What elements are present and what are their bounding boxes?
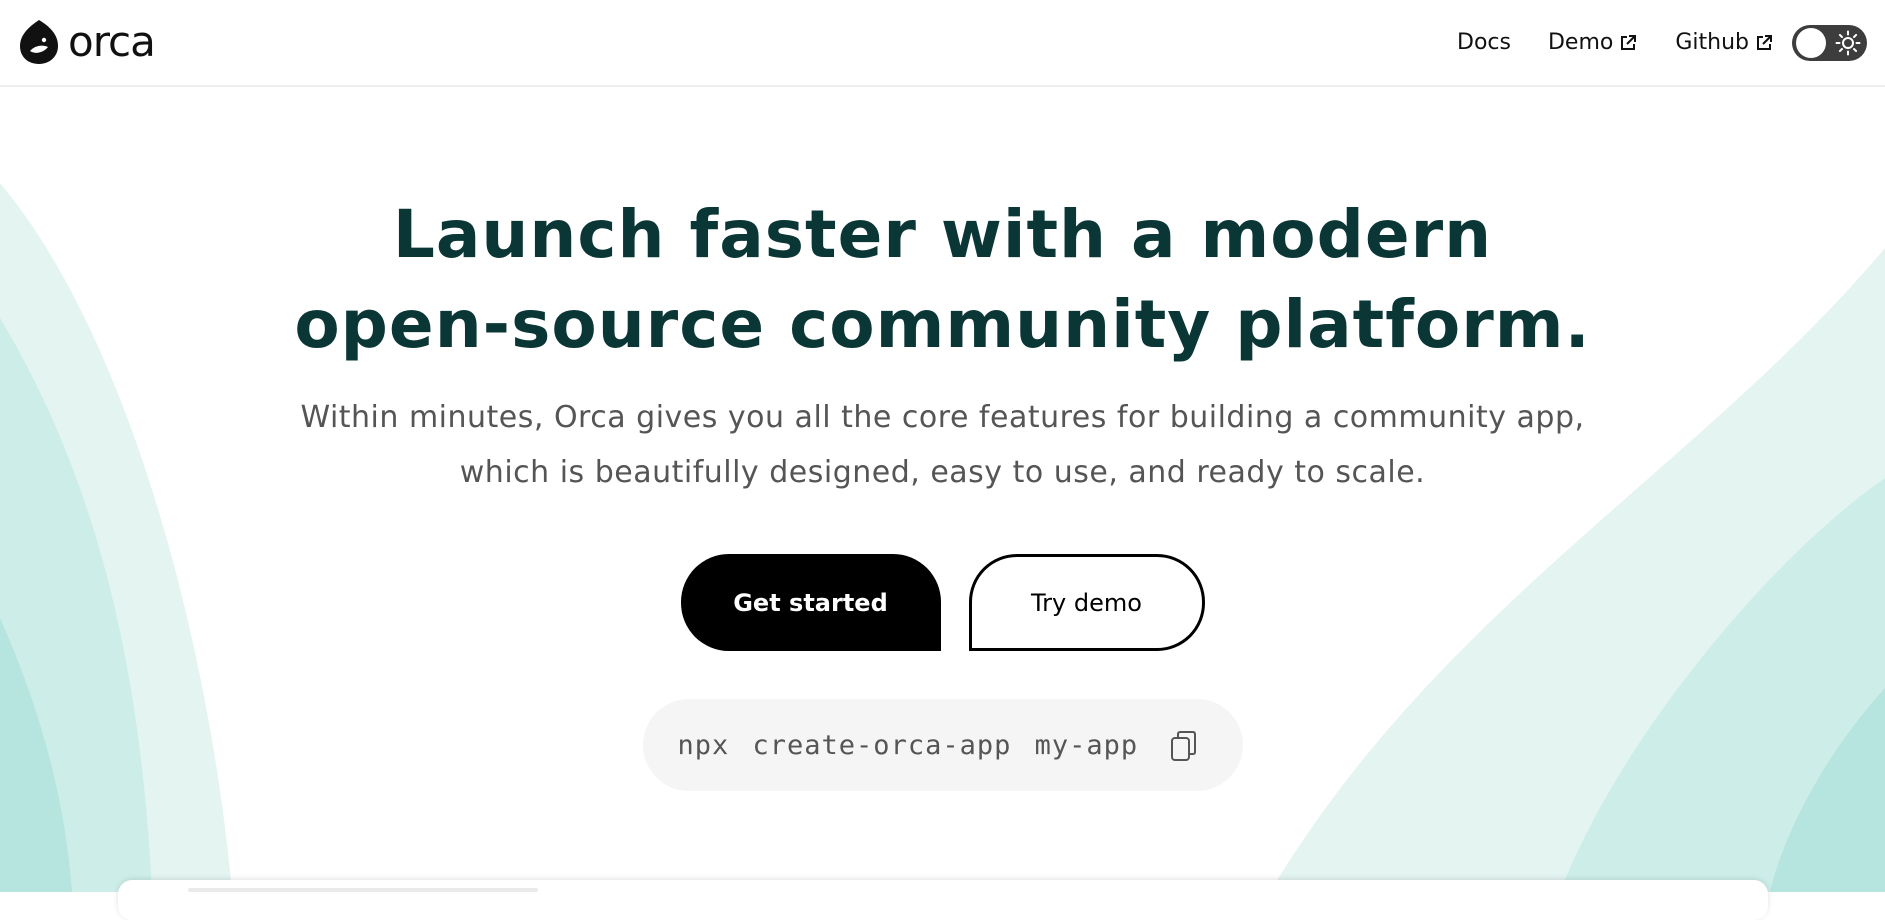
nav-link-label: Demo (1547, 30, 1614, 55)
preview-tab-bar (188, 888, 538, 892)
hero-title: Launch faster with a modern open-source … (0, 190, 1885, 370)
nav-link-docs[interactable]: Docs (1457, 22, 1511, 64)
nav-link-label: Github (1675, 30, 1749, 55)
hero-subtitle-line-1: Within minutes, Orca gives you all the c… (300, 400, 1585, 435)
hero-subtitle-line-2: which is beautifully designed, easy to u… (459, 455, 1426, 490)
cta-buttons: Get started Try demo (0, 554, 1885, 651)
install-command-box: npx create-orca-app my-app (642, 699, 1243, 791)
nav-link-label: Docs (1457, 30, 1511, 55)
external-link-icon (1621, 35, 1637, 50)
toggle-knob (1796, 28, 1826, 58)
theme-toggle[interactable] (1792, 25, 1867, 61)
orca-logo-icon (20, 20, 58, 64)
get-started-button[interactable]: Get started (680, 554, 941, 651)
install-command[interactable]: npx create-orca-app my-app (678, 730, 1139, 761)
hero-subtitle: Within minutes, Orca gives you all the c… (293, 390, 1593, 500)
copy-icon[interactable] (1169, 729, 1199, 763)
nav-links: Docs Demo Github (1457, 22, 1867, 64)
brand-name: orca (68, 17, 156, 66)
brand-logo[interactable]: orca (18, 17, 156, 66)
hero-section: Launch faster with a modern open-source … (0, 190, 1885, 791)
app-preview-card (118, 880, 1768, 920)
top-navbar: orca Docs Demo Github (0, 0, 1885, 87)
try-demo-button[interactable]: Try demo (968, 554, 1205, 651)
nav-link-github[interactable]: Github (1675, 22, 1774, 64)
sun-icon (1835, 30, 1861, 56)
hero-title-line-2: open-source community platform. (294, 286, 1591, 363)
nav-link-demo[interactable]: Demo (1548, 22, 1638, 64)
hero-title-line-1: Launch faster with a modern (392, 196, 1493, 273)
external-link-icon (1757, 35, 1772, 50)
